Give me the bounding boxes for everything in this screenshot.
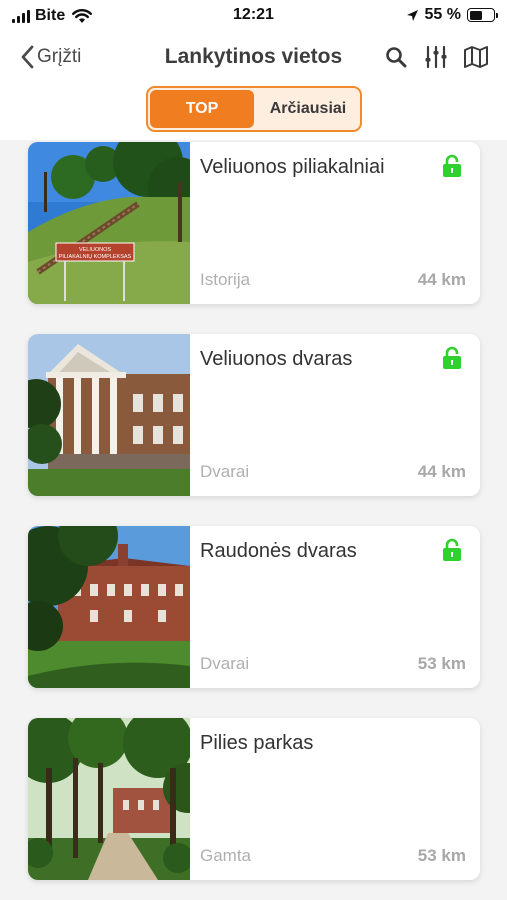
status-bar: Bite 12:21 55 % <box>0 0 507 32</box>
place-title: Veliuonos piliakalniai <box>200 156 385 178</box>
search-icon <box>386 47 407 68</box>
place-category: Gamta <box>200 846 252 865</box>
place-title: Raudonės dvaras <box>200 540 357 562</box>
nav-bar: Grįžti Lankytinos vietos <box>0 32 507 82</box>
hill-fort-photo: VELIUONOS PILIAKALNIŲ KOMPLEKSAS <box>28 142 190 304</box>
place-title: Pilies parkas <box>200 732 314 754</box>
screen: Bite 12:21 55 % Grįžti Lankytinos vietos… <box>0 0 507 900</box>
manor-columns-photo <box>28 334 190 496</box>
place-card[interactable]: Raudonės dvaras Dvarai 53 km <box>28 526 480 688</box>
segment-bar: TOP Arčiausiai <box>0 82 507 140</box>
status-right: 55 % <box>406 6 498 24</box>
places-list: VELIUONOS PILIAKALNIŲ KOMPLEKSAS Veliuon… <box>28 142 480 900</box>
red-brick-manor-photo <box>28 526 190 688</box>
search-button[interactable] <box>383 44 409 70</box>
unlocked-lock-icon <box>443 346 461 369</box>
place-distance: 44 km <box>417 462 466 481</box>
unlocked-lock-icon <box>443 538 461 561</box>
nav-actions <box>383 44 489 70</box>
map-button[interactable] <box>463 44 489 70</box>
unlocked-lock-icon <box>443 154 461 177</box>
place-category: Dvarai <box>200 654 250 673</box>
place-distance: 53 km <box>417 846 466 865</box>
sign-text-line-1: VELIUONOS <box>79 247 111 253</box>
battery-percent: 55 % <box>424 6 461 23</box>
place-category: Dvarai <box>200 462 250 481</box>
tab-nearest[interactable]: Arčiausiai <box>256 88 360 130</box>
place-title: Veliuonos dvaras <box>200 348 353 370</box>
place-category: Istorija <box>200 270 251 289</box>
segmented-control: TOP Arčiausiai <box>146 86 362 132</box>
place-card[interactable]: Veliuonos dvaras Dvarai 44 km <box>28 334 480 496</box>
battery-icon <box>467 8 498 22</box>
tab-top[interactable]: TOP <box>150 90 254 128</box>
filter-sliders-icon <box>425 45 447 69</box>
place-distance: 44 km <box>417 270 466 289</box>
battery-fill <box>469 10 482 20</box>
sign-text-line-2: PILIAKALNIŲ KOMPLEKSAS <box>59 254 132 260</box>
filter-button[interactable] <box>423 44 449 70</box>
place-card[interactable]: VELIUONOS PILIAKALNIŲ KOMPLEKSAS Veliuon… <box>28 142 480 304</box>
park-trees-photo <box>28 718 190 880</box>
location-arrow-icon <box>406 9 418 21</box>
map-icon <box>464 46 488 68</box>
place-distance: 53 km <box>417 654 466 673</box>
place-card[interactable]: Pilies parkas Gamta 53 km <box>28 718 480 880</box>
